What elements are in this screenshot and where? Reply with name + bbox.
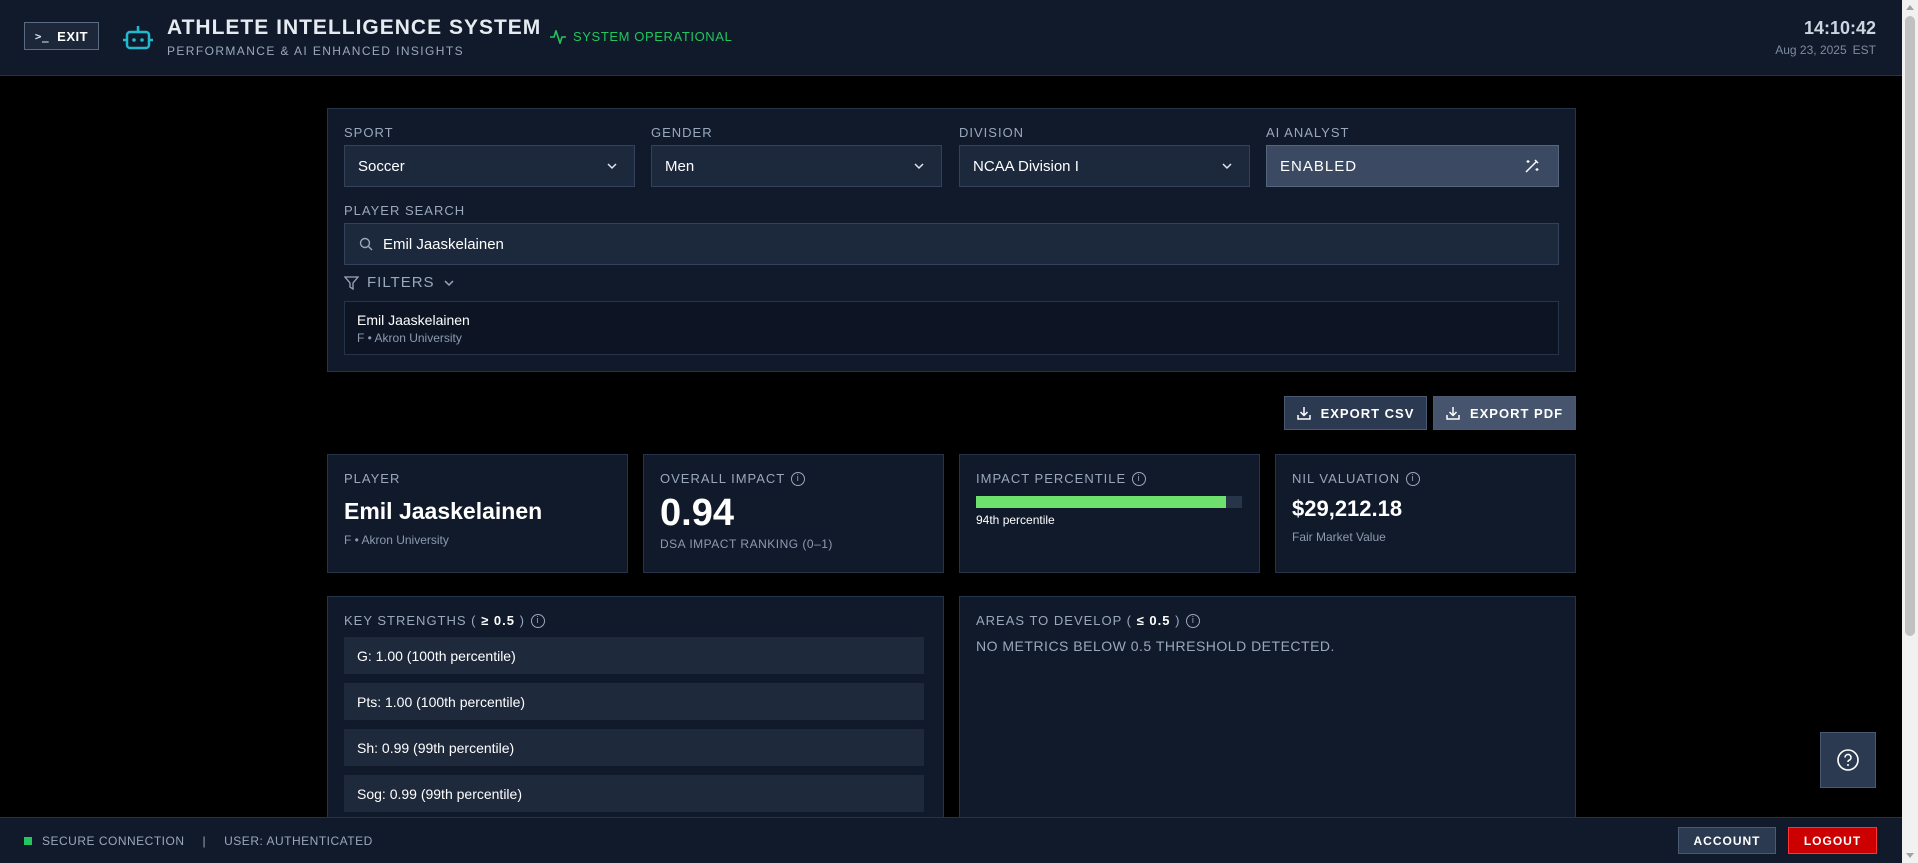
clock-date: Aug 23, 2025 [1775, 43, 1847, 57]
footer-separator: | [202, 834, 207, 848]
strengths-threshold: ≥ 0.5 [481, 613, 515, 628]
player-card: PLAYER Emil Jaaskelainen F • Akron Unive… [327, 454, 628, 573]
robot-icon [123, 26, 153, 50]
info-icon[interactable]: i [791, 471, 806, 486]
percentile-text: 94th percentile [976, 513, 1055, 527]
info-icon[interactable]: i [530, 613, 545, 628]
player-search-input[interactable]: Emil Jaaskelainen [344, 223, 1559, 265]
magic-wand-icon [1525, 159, 1539, 173]
clock-time: 14:10:42 [1803, 18, 1876, 38]
gender-label: GENDER [651, 125, 713, 140]
info-icon[interactable]: i [1406, 471, 1421, 486]
impact-percentile-label: IMPACT PERCENTILE [976, 471, 1127, 486]
division-select[interactable]: NCAA Division I [959, 145, 1250, 187]
account-button[interactable]: ACCOUNT [1678, 827, 1776, 854]
system-status: SYSTEM OPERATIONAL [550, 29, 732, 44]
connection-status-dot [24, 837, 32, 845]
develop-threshold: ≤ 0.5 [1136, 613, 1171, 628]
filters-toggle[interactable]: FILTERS [344, 274, 455, 291]
clock-timezone: EST [1852, 43, 1876, 57]
areas-to-develop-panel: AREAS TO DEVELOP ( ≤ 0.5 ) i NO METRICS … [959, 596, 1576, 826]
search-icon [359, 237, 373, 251]
chevron-down-icon [1222, 163, 1232, 170]
percentile-progress-bar [976, 496, 1242, 508]
exit-button[interactable]: >_ EXIT [24, 22, 99, 50]
percentile-progress-fill [976, 496, 1227, 508]
key-strengths-panel: KEY STRENGTHS ( ≥ 0.5 ) i G: 1.00 (100th… [327, 596, 944, 826]
player-meta: F • Akron University [344, 533, 449, 547]
result-player-meta: F • Akron University [357, 331, 462, 345]
player-search-value: Emil Jaaskelainen [383, 235, 504, 253]
scroll-thumb[interactable] [1905, 16, 1915, 636]
strength-item: G: 1.00 (100th percentile) [344, 637, 924, 674]
impact-percentile-card: IMPACT PERCENTILE i 94th percentile [959, 454, 1260, 573]
sport-select[interactable]: Soccer [344, 145, 635, 187]
no-metrics-message: NO METRICS BELOW 0.5 THRESHOLD DETECTED. [976, 638, 1335, 654]
footer-bar: SECURE CONNECTION | USER: AUTHENTICATED … [0, 817, 1902, 863]
nil-valuation-label: NIL VALUATION [1292, 471, 1401, 486]
status-text: SYSTEM OPERATIONAL [573, 29, 733, 44]
user-status-text: USER: AUTHENTICATED [224, 834, 373, 848]
strength-item: Pts: 1.00 (100th percentile) [344, 683, 924, 720]
areas-to-develop-label: AREAS TO DEVELOP ( ≤ 0.5 ) [976, 613, 1181, 628]
search-result-item[interactable]: Emil Jaaskelainen F • Akron University [344, 301, 1559, 355]
logout-button[interactable]: LOGOUT [1788, 827, 1877, 854]
sport-value: Soccer [358, 157, 405, 175]
activity-icon [550, 29, 566, 44]
player-card-label: PLAYER [344, 471, 401, 486]
top-header: >_ EXIT ATHLETE INTELLIGENCE SYSTEM PERF… [0, 0, 1902, 76]
nil-valuation-sub: Fair Market Value [1292, 530, 1386, 544]
app-title: ATHLETE INTELLIGENCE SYSTEM [167, 16, 542, 39]
gender-select[interactable]: Men [651, 145, 942, 187]
chevron-down-icon [607, 163, 617, 170]
strengths-list: G: 1.00 (100th percentile) Pts: 1.00 (100… [344, 637, 927, 812]
player-name: Emil Jaaskelainen [344, 498, 543, 524]
filters-label: FILTERS [367, 274, 435, 291]
export-pdf-label: EXPORT PDF [1469, 405, 1564, 421]
page-scrollbar[interactable] [1902, 0, 1918, 863]
export-csv-label: EXPORT CSV [1320, 405, 1415, 421]
download-icon [1296, 407, 1311, 420]
overall-impact-label: OVERALL IMPACT [660, 471, 786, 486]
question-icon [1837, 749, 1859, 771]
download-icon [1446, 407, 1460, 420]
overall-impact-card: OVERALL IMPACT i 0.94 DSA IMPACT RANKING… [643, 454, 944, 573]
sport-label: SPORT [344, 125, 394, 140]
nil-valuation-value: $29,212.18 [1292, 496, 1403, 521]
key-strengths-label: KEY STRENGTHS ( ≥ 0.5 ) [344, 613, 525, 628]
filter-icon [344, 275, 359, 290]
strength-item: Sh: 0.99 (99th percentile) [344, 729, 924, 766]
ai-analyst-toggle[interactable]: ENABLED [1266, 145, 1559, 187]
export-pdf-button[interactable]: EXPORT PDF [1433, 396, 1576, 430]
app-subtitle: PERFORMANCE & AI ENHANCED INSIGHTS [167, 44, 464, 58]
help-button[interactable] [1820, 732, 1876, 788]
ai-analyst-label: AI ANALYST [1266, 125, 1350, 140]
selection-panel: SPORT Soccer GENDER Men DIVISION NCAA Di… [327, 108, 1576, 372]
nil-valuation-card: NIL VALUATION i $29,212.18 Fair Market V… [1275, 454, 1576, 573]
terminal-icon: >_ [34, 29, 50, 43]
result-player-name: Emil Jaaskelainen [357, 312, 470, 328]
division-value: NCAA Division I [973, 157, 1079, 175]
gender-value: Men [665, 157, 695, 175]
overall-impact-value: 0.94 [660, 492, 734, 534]
ai-analyst-value: ENABLED [1280, 157, 1358, 175]
scroll-down-arrow-icon[interactable] [1906, 853, 1914, 858]
overall-impact-sub: DSA IMPACT RANKING (0–1) [660, 537, 833, 551]
clock: 14:10:42 Aug 23, 2025 EST [1775, 18, 1876, 57]
exit-label: EXIT [57, 28, 89, 44]
player-search-label: PLAYER SEARCH [344, 203, 466, 218]
scroll-up-arrow-icon[interactable] [1906, 5, 1914, 10]
chevron-down-icon [914, 163, 924, 170]
info-icon[interactable]: i [1186, 613, 1201, 628]
strength-item: Sog: 0.99 (99th percentile) [344, 775, 924, 812]
secure-connection-text: SECURE CONNECTION [42, 834, 185, 848]
division-label: DIVISION [959, 125, 1025, 140]
chevron-down-icon [444, 279, 454, 286]
info-icon[interactable]: i [1132, 471, 1147, 486]
export-csv-button[interactable]: EXPORT CSV [1284, 396, 1427, 430]
